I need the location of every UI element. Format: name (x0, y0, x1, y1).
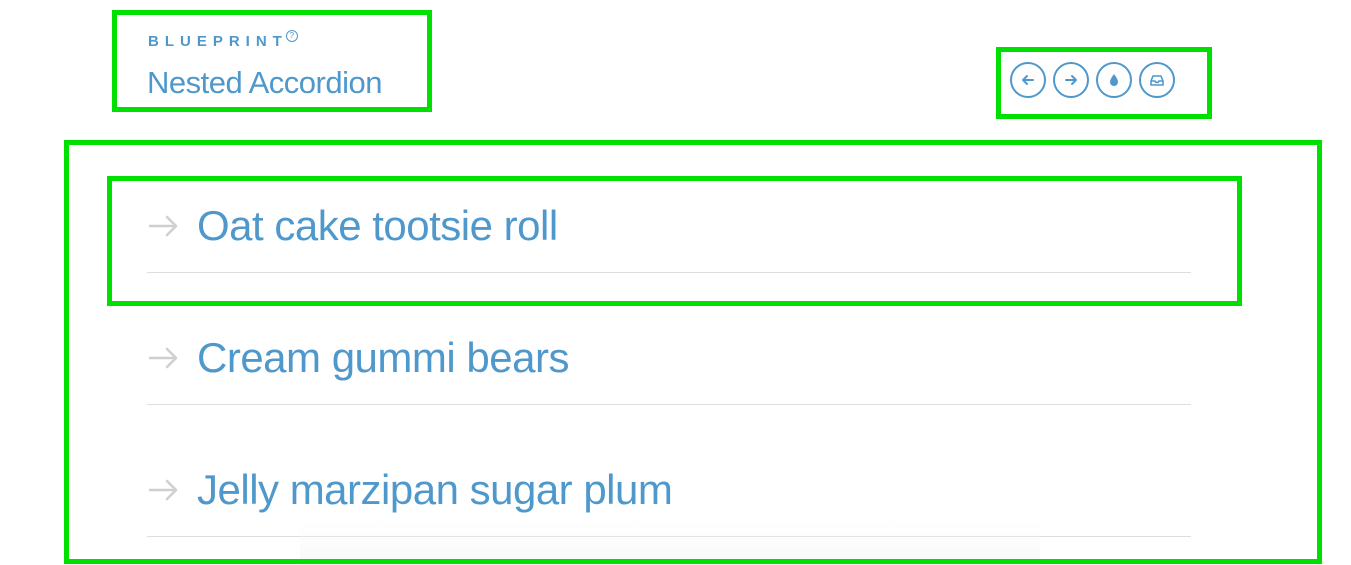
drop-button[interactable] (1096, 62, 1132, 98)
inbox-button[interactable] (1139, 62, 1175, 98)
inbox-icon (1150, 75, 1164, 86)
divider (147, 272, 1191, 273)
accordion-item[interactable]: Jelly marzipan sugar plum (147, 440, 1191, 565)
accordion-item-label: Jelly marzipan sugar plum (197, 466, 673, 513)
page: BLUEPRINT ? Nested Accordion Oat cake to… (0, 0, 1351, 565)
next-button[interactable] (1053, 62, 1089, 98)
previous-button[interactable] (1010, 62, 1046, 98)
question-circle-icon[interactable]: ? (285, 30, 298, 42)
nav-buttons (1010, 62, 1175, 98)
accordion-item[interactable]: Cream gummi bears (147, 308, 1191, 440)
accordion-item[interactable]: Oat cake tootsie roll (147, 176, 1191, 308)
brand-header: BLUEPRINT ? (148, 30, 298, 52)
arrow-left-circle-icon (1022, 75, 1034, 85)
accordion-item-label: Cream gummi bears (197, 334, 569, 381)
drop-icon (1110, 74, 1118, 86)
arrow-right-circle-icon (1065, 75, 1077, 85)
arrow-right-icon (147, 474, 179, 506)
divider (147, 536, 1191, 537)
page-title: Nested Accordion (147, 65, 382, 100)
brand-name: BLUEPRINT (148, 33, 288, 50)
nested-accordion: Oat cake tootsie roll Cream gummi bears … (147, 176, 1191, 565)
arrow-right-icon (147, 210, 179, 242)
divider (147, 404, 1191, 405)
accordion-item-label: Oat cake tootsie roll (197, 202, 558, 249)
arrow-right-icon (147, 342, 179, 374)
